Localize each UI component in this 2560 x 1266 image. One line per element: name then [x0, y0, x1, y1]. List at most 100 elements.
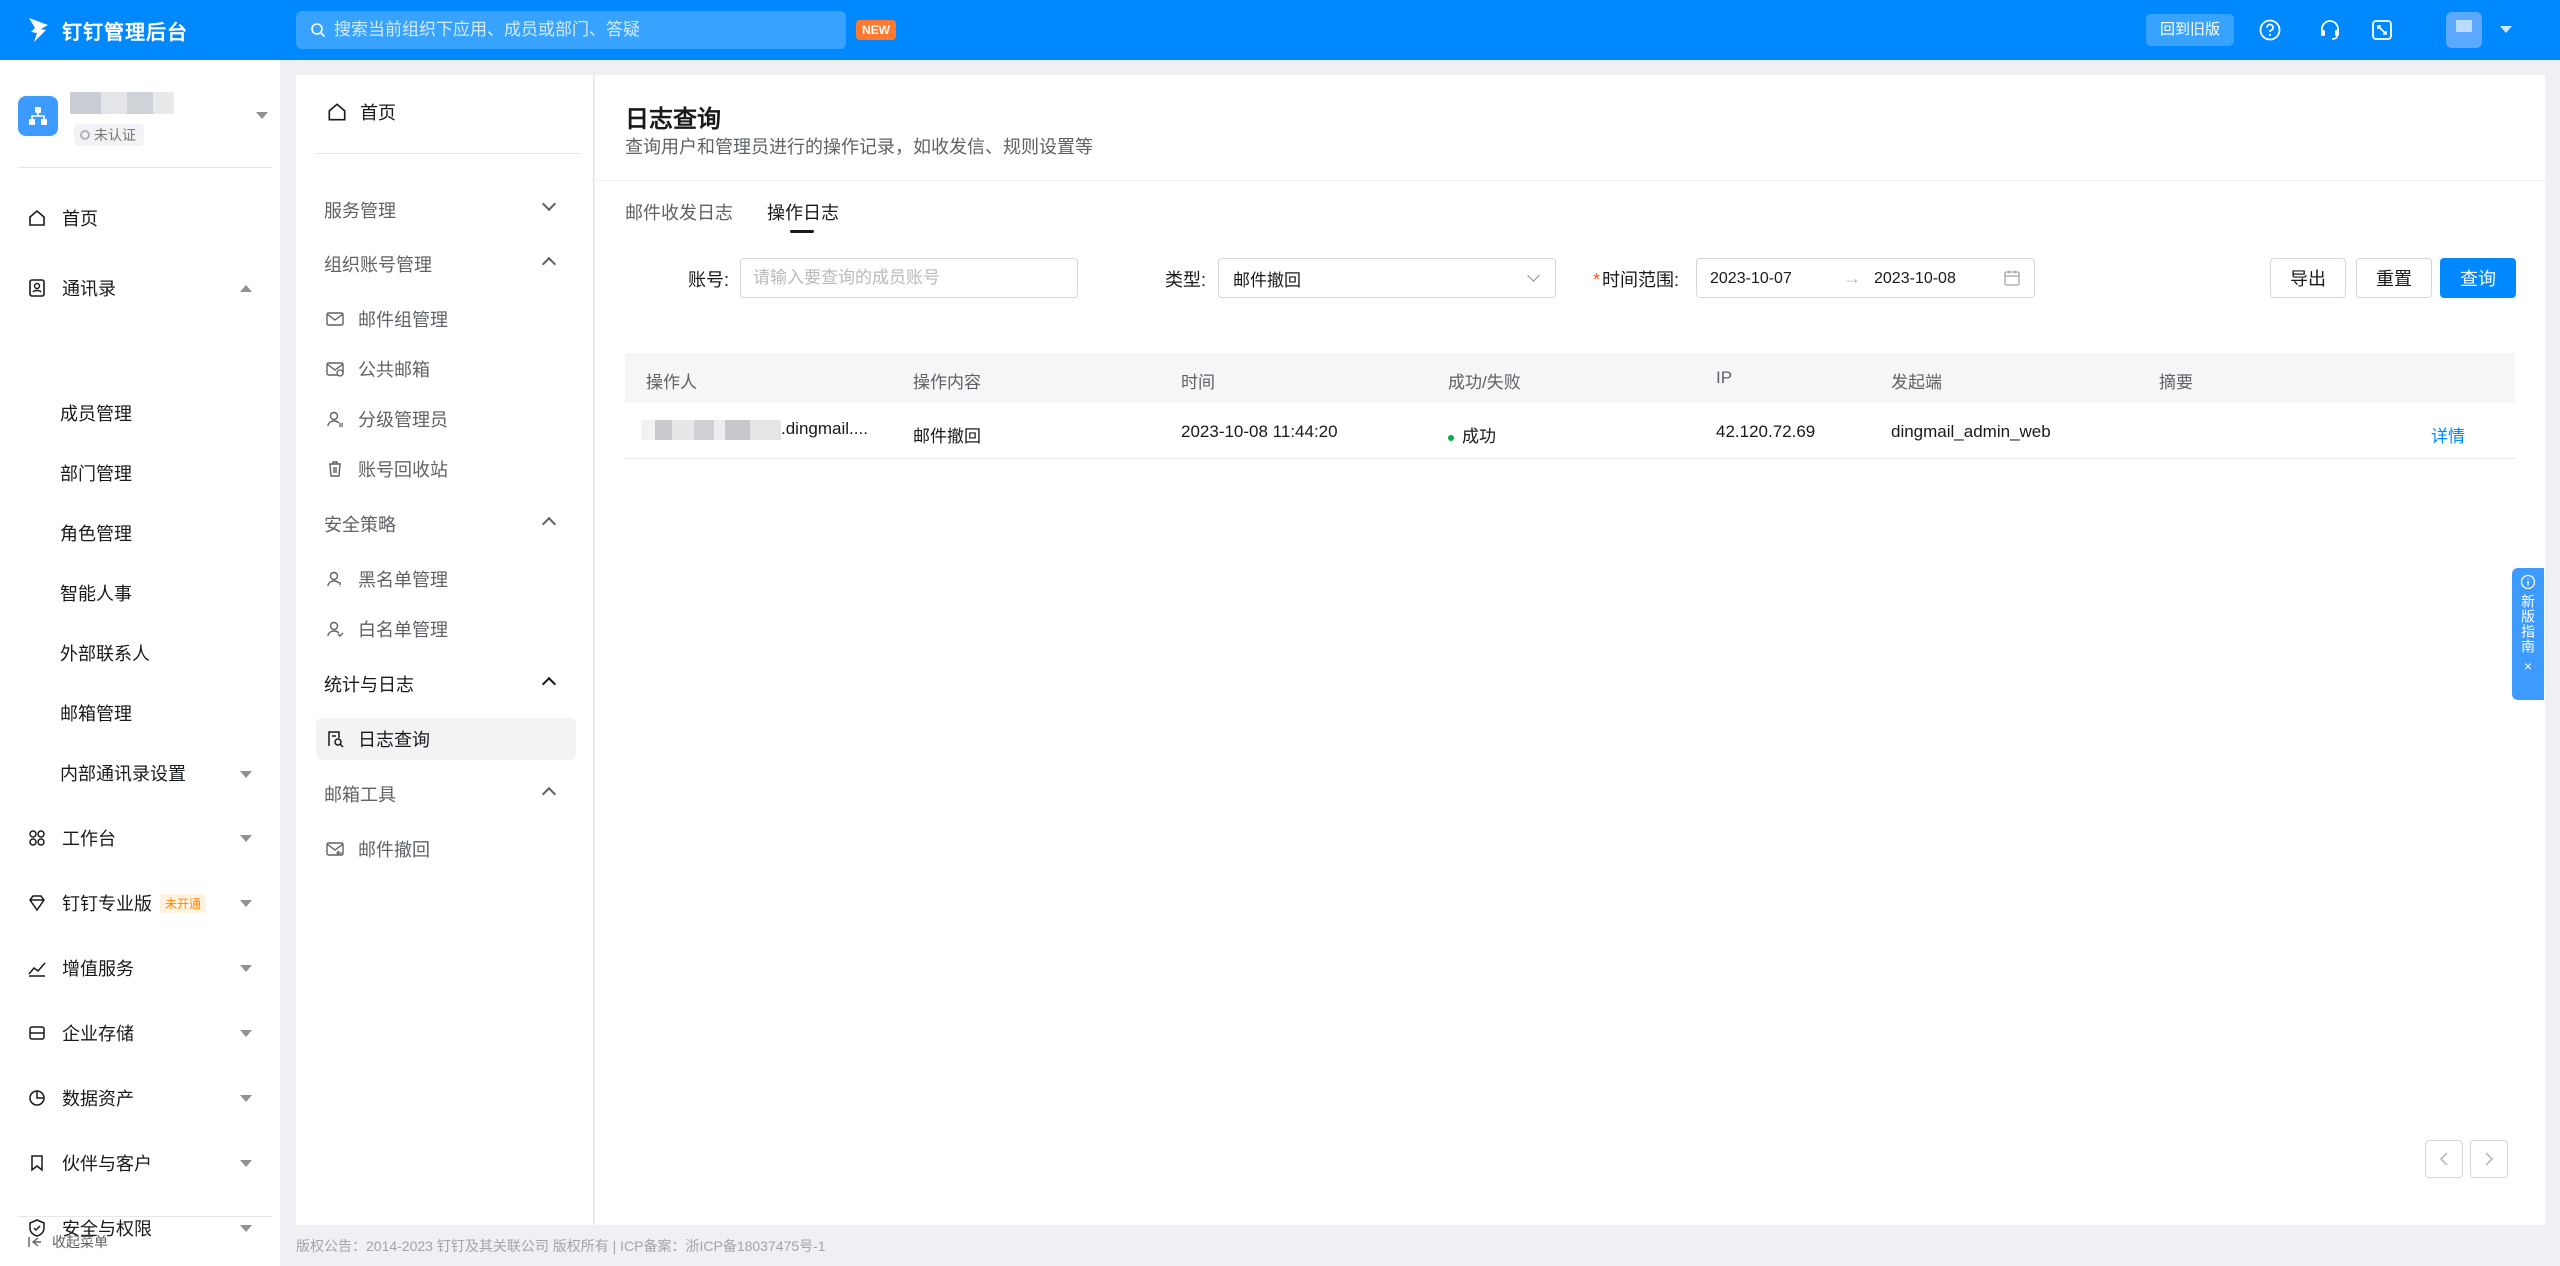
nav-contacts[interactable]: 通讯录: [0, 268, 280, 308]
client-cell: dingmail_admin_web: [1891, 422, 2051, 441]
brand-title: 钉钉管理后台: [62, 21, 188, 44]
nav-roles[interactable]: 角色管理: [60, 514, 260, 554]
org-status-badge: 未认证: [74, 124, 144, 146]
chevron-up-icon: [541, 676, 557, 692]
submenu-whitelist[interactable]: 白名单管理: [316, 608, 576, 650]
status-cell: 成功: [1448, 422, 1496, 447]
col-summary: 摘要: [2159, 373, 2193, 392]
expand-caret-icon: [240, 771, 252, 778]
submenu-mail-group-mgmt[interactable]: 邮件组管理: [316, 298, 576, 340]
org-switcher[interactable]: 未认证: [18, 92, 268, 148]
nav-smart-hr[interactable]: 智能人事: [60, 574, 260, 614]
nav-value-added-services[interactable]: 增值服务: [0, 948, 280, 988]
fullscreen-icon[interactable]: [2368, 16, 2396, 44]
global-search[interactable]: [296, 11, 846, 49]
expand-caret-icon: [240, 1095, 252, 1102]
pro-status-tag: 未开通: [160, 893, 207, 913]
nav-home[interactable]: 首页: [0, 198, 280, 238]
info-icon: [2520, 574, 2536, 590]
start-date[interactable]: 2023-10-07: [1710, 270, 1792, 288]
back-to-old-version-button[interactable]: 回到旧版: [2146, 14, 2235, 46]
close-icon[interactable]: ×: [2524, 658, 2532, 674]
chevron-up-icon: [541, 516, 557, 532]
search-input[interactable]: [334, 12, 846, 48]
account-label: 账号:: [688, 270, 730, 290]
dingtalk-logo-icon: [29, 18, 48, 42]
group-stats-logs[interactable]: 统计与日志: [324, 669, 564, 699]
group-mail-tools[interactable]: 邮箱工具: [324, 779, 564, 809]
mail-recall-icon: [324, 838, 346, 860]
export-button[interactable]: 导出: [2270, 258, 2346, 298]
nav-partners-customers[interactable]: 伙伴与客户: [0, 1143, 280, 1183]
col-ip: IP: [1716, 368, 1733, 387]
submenu-sub-admin[interactable]: 分级管理员: [316, 398, 576, 440]
mailbox-sub-menu: 首页 服务管理 组织账号管理 邮件组管理 公共邮箱 分级管理员 账号回收站 安全…: [296, 75, 594, 1225]
nav-mailbox-mgmt[interactable]: 邮箱管理: [60, 694, 260, 734]
public-mailbox-icon: [324, 358, 346, 380]
tab-operation-log[interactable]: 操作日志: [767, 199, 839, 225]
tab-mail-send-receive-log[interactable]: 邮件收发日志: [625, 199, 733, 225]
group-org-account-mgmt[interactable]: 组织账号管理: [324, 249, 564, 279]
nav-data-assets[interactable]: 数据资产: [0, 1078, 280, 1118]
pie-chart-icon: [26, 1087, 48, 1109]
nav-dingtalk-pro[interactable]: 钉钉专业版 未开通: [0, 883, 280, 923]
submenu-account-recycle-bin[interactable]: 账号回收站: [316, 448, 576, 490]
nav-departments[interactable]: 部门管理: [60, 454, 260, 494]
org-caret-icon[interactable]: [256, 112, 268, 119]
details-link[interactable]: 详情: [2431, 422, 2465, 447]
guide-label: 新版指南: [2520, 594, 2536, 654]
page-title: 日志查询: [625, 106, 721, 133]
brand[interactable]: 钉钉管理后台: [26, 15, 296, 45]
group-security-policy[interactable]: 安全策略: [324, 509, 564, 539]
search-icon: [311, 23, 326, 38]
workbench-icon: [26, 827, 48, 849]
header-divider: [595, 180, 2545, 181]
type-select[interactable]: 邮件撤回: [1218, 258, 1556, 298]
date-range-picker[interactable]: 2023-10-07 → 2023-10-08: [1696, 258, 2035, 298]
group-service-mgmt[interactable]: 服务管理: [324, 195, 564, 225]
org-name-redacted: [70, 92, 174, 114]
trend-chart-icon: [26, 957, 48, 979]
col-client: 发起端: [1891, 373, 1942, 392]
col-time: 时间: [1181, 373, 1215, 392]
user-menu-caret-icon[interactable]: [2500, 26, 2512, 33]
left-navigation: 未认证 首页 通讯录 成员管理 部门管理 角色管理 智能人事 外部联系人 邮箱管…: [0, 60, 280, 1266]
contacts-icon: [26, 277, 48, 299]
user-avatar[interactable]: [2446, 12, 2482, 48]
submenu-blacklist[interactable]: 黑名单管理: [316, 558, 576, 600]
submenu-mail-recall[interactable]: 邮件撤回: [316, 828, 576, 870]
chevron-left-icon: [2439, 1152, 2448, 1166]
submenu-public-mailbox[interactable]: 公共邮箱: [316, 348, 576, 390]
end-date[interactable]: 2023-10-08: [1874, 270, 1956, 288]
chevron-up-icon: [541, 256, 557, 272]
nav-external-contacts[interactable]: 外部联系人: [60, 634, 260, 674]
home-icon: [328, 103, 346, 121]
new-version-guide-tab[interactable]: 新版指南 ×: [2512, 568, 2544, 700]
nav-internal-contacts-settings[interactable]: 内部通讯录设置: [60, 754, 260, 794]
account-input[interactable]: [740, 258, 1078, 298]
prev-page-button[interactable]: [2425, 1140, 2463, 1178]
submenu-home[interactable]: 首页: [326, 99, 396, 125]
nav-members[interactable]: 成员管理: [60, 394, 260, 434]
bookmark-icon: [26, 1152, 48, 1174]
operation-log-table: 操作人 操作内容 时间 成功/失败 IP 发起端 摘要 .dingmail...…: [625, 353, 2515, 459]
submenu-log-query[interactable]: 日志查询: [316, 718, 576, 760]
query-button[interactable]: 查询: [2440, 258, 2516, 298]
col-content: 操作内容: [913, 373, 981, 392]
ip-cell: 42.120.72.69: [1716, 422, 1816, 441]
table-row: .dingmail.... 邮件撤回 2023-10-08 11:44:20 成…: [625, 403, 2515, 459]
log-search-icon: [324, 728, 346, 750]
next-page-button[interactable]: [2470, 1140, 2508, 1178]
expand-caret-icon: [240, 965, 252, 972]
chevron-up-icon: [541, 786, 557, 802]
nav-workbench[interactable]: 工作台: [0, 818, 280, 858]
customer-service-icon[interactable]: [2316, 16, 2344, 44]
page-subtitle: 查询用户和管理员进行的操作记录，如收发信、规则设置等: [625, 137, 1093, 157]
collapse-menu-button[interactable]: 收起菜单: [26, 1232, 108, 1252]
nav-bottom-divider: [18, 1216, 272, 1217]
help-icon[interactable]: [2256, 16, 2284, 44]
col-operator: 操作人: [646, 373, 697, 392]
nav-enterprise-storage[interactable]: 企业存储: [0, 1013, 280, 1053]
reset-button[interactable]: 重置: [2356, 258, 2432, 298]
expand-caret-icon: [240, 1225, 252, 1232]
